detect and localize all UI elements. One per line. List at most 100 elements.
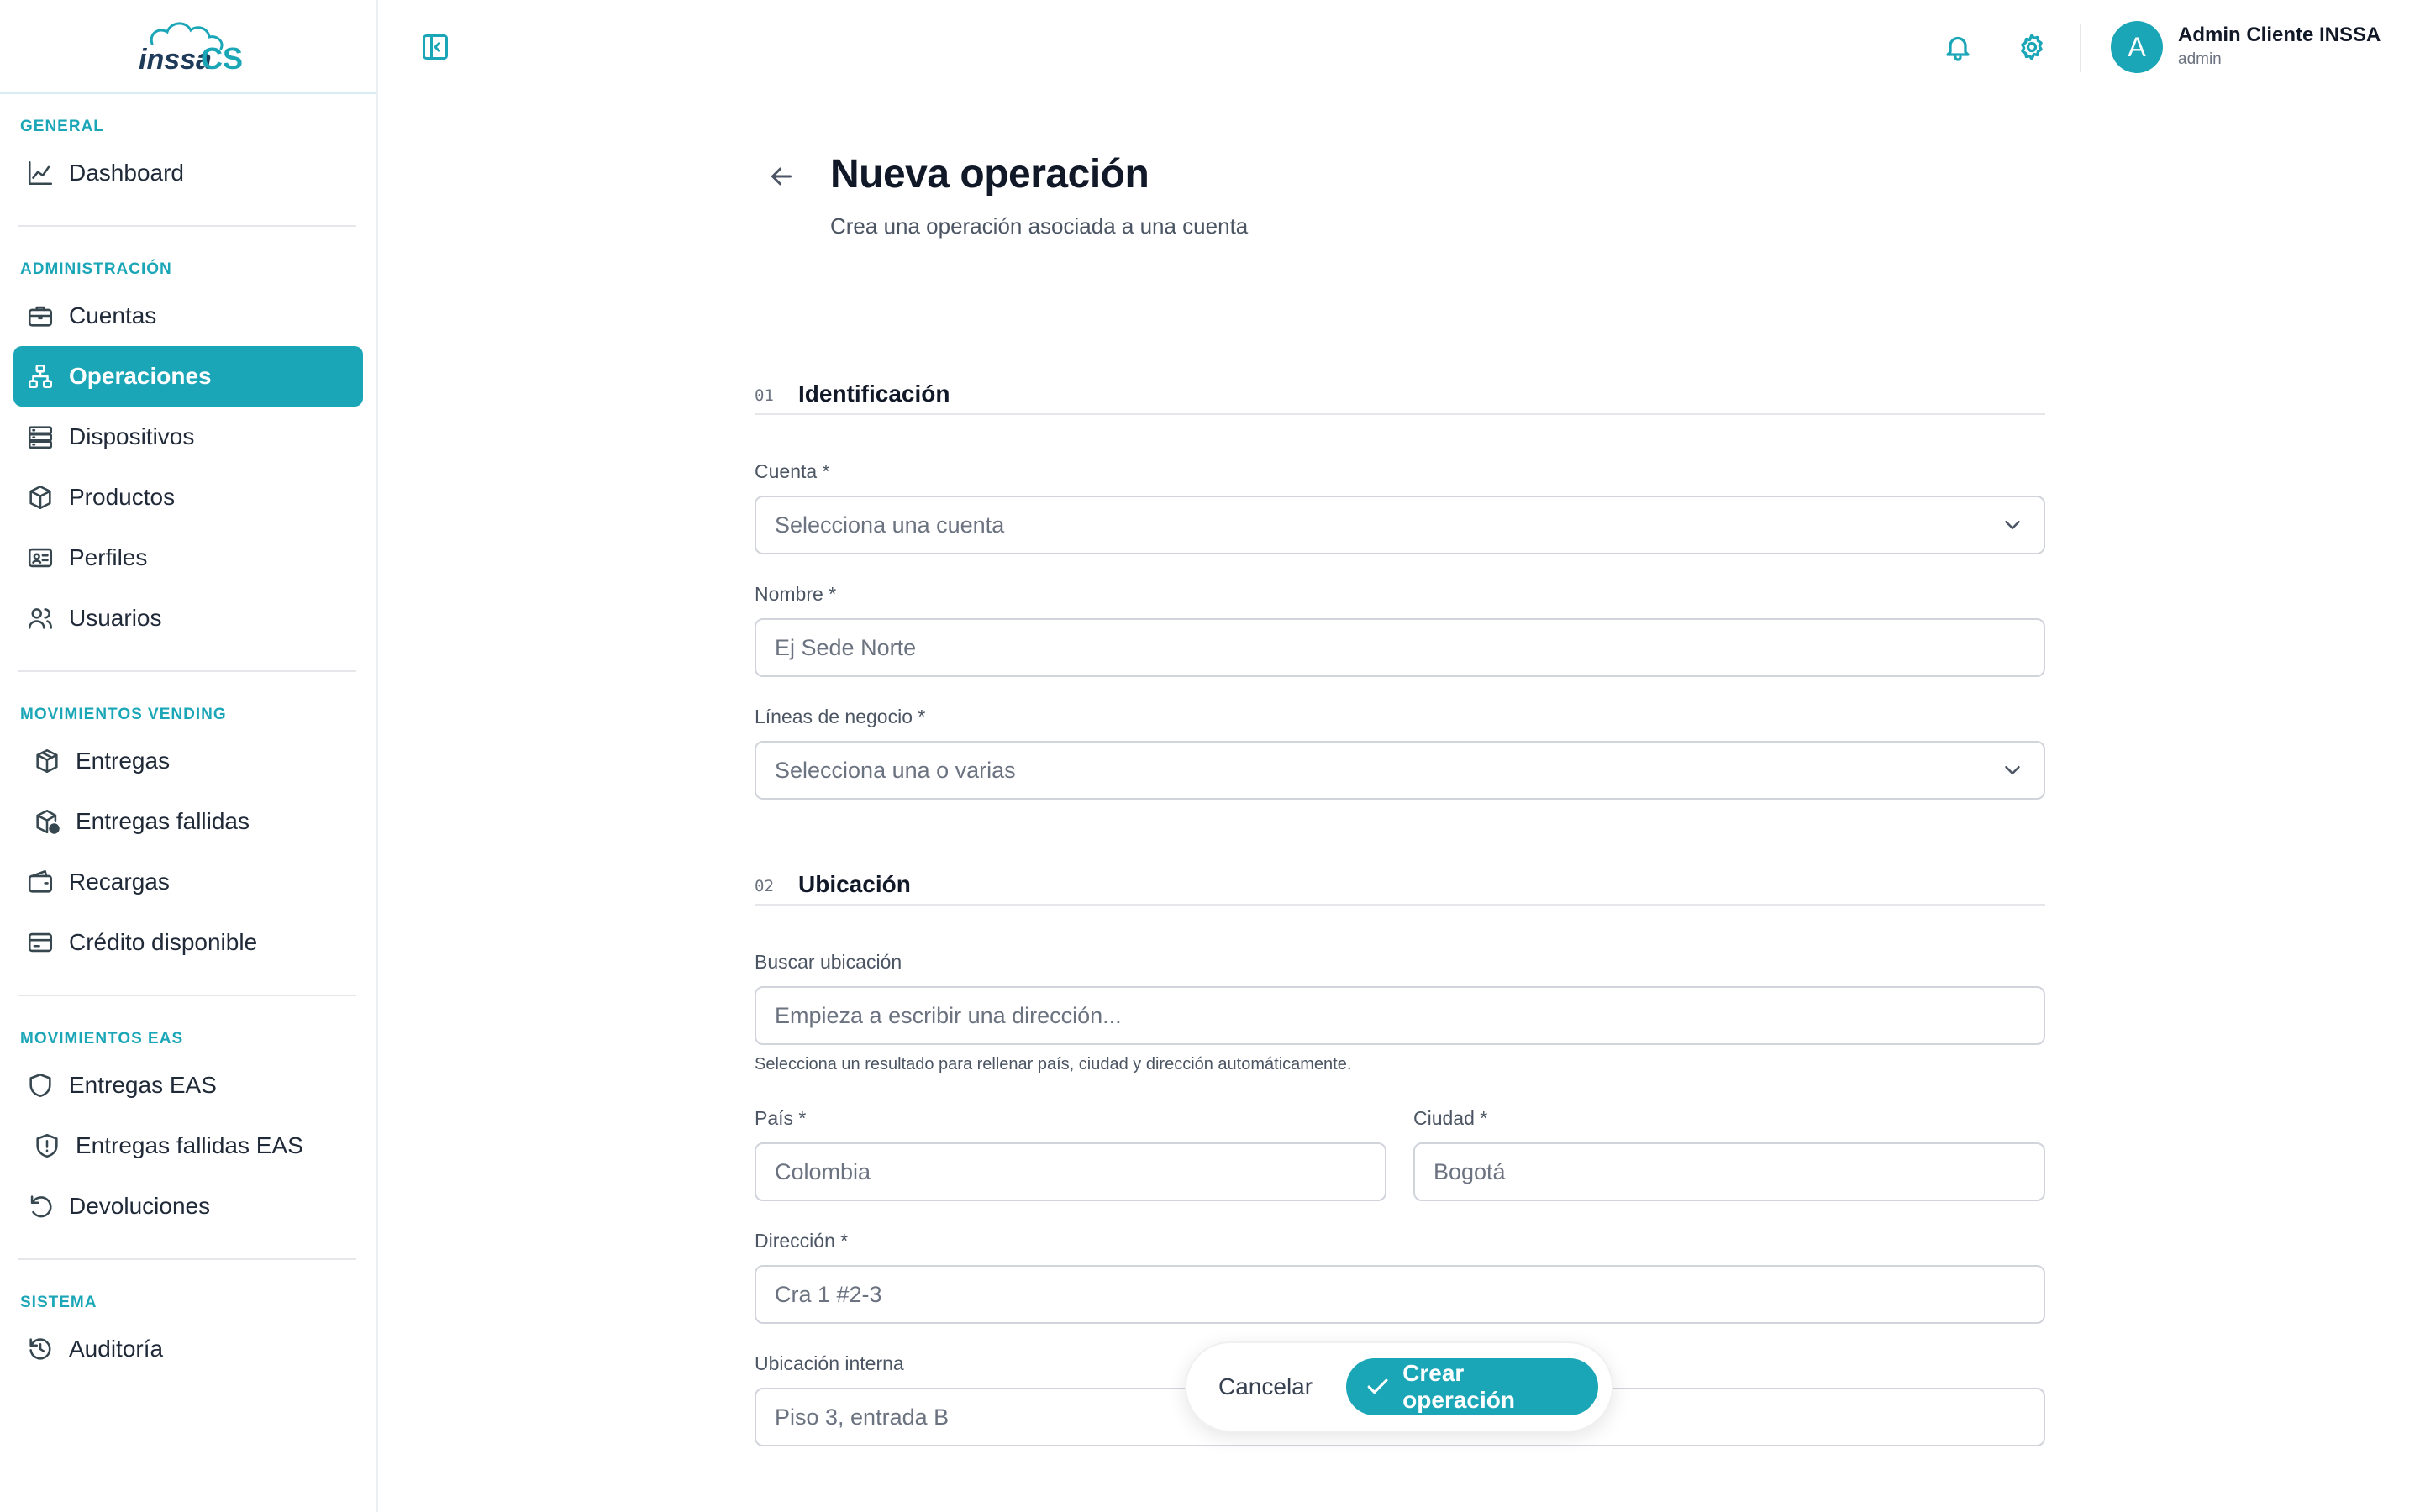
- lineas-negocio-select[interactable]: Selecciona una o varias: [755, 741, 2045, 800]
- avatar[interactable]: A: [2111, 21, 2163, 73]
- chevron-down-icon: [2000, 758, 2025, 783]
- bell-icon: [1946, 36, 1970, 61]
- direccion-placeholder: Cra 1 #2-3: [775, 1281, 882, 1307]
- sidebar-item-usuarios[interactable]: Usuarios: [13, 588, 363, 648]
- sidebar-item-recargas[interactable]: Recargas: [13, 852, 363, 912]
- panel-left-icon: [423, 34, 448, 60]
- section-number: 02: [755, 877, 774, 895]
- shield-alert-icon: [32, 1131, 62, 1161]
- package-alert-icon: [32, 806, 62, 837]
- ubicacion-interna-label: Ubicación interna: [755, 1352, 904, 1374]
- cloud-logo-icon: inssa CS: [139, 22, 243, 76]
- shield-icon: [25, 1070, 55, 1100]
- gear-icon: [2021, 34, 2043, 60]
- sidebar-item-entregas-fallidas[interactable]: Entregas fallidas: [13, 791, 363, 852]
- sidebar-item-label: Entregas fallidas EAS: [76, 1132, 303, 1158]
- sidebar: inssa CS GENERAL Dashboard ADMINISTRACIÓ…: [0, 0, 378, 1512]
- create-operation-label: Crear operación: [1402, 1360, 1515, 1413]
- sidebar-item-label: Devoluciones: [69, 1193, 211, 1219]
- form-action-bar: Cancelar Crear operación: [1185, 1341, 1613, 1432]
- lineas-negocio-placeholder: Selecciona una o varias: [775, 757, 1016, 783]
- server-icon: [25, 422, 55, 452]
- briefcase-icon: [25, 301, 55, 331]
- chart-line-icon: [25, 158, 55, 188]
- chevron-down-icon: [2000, 512, 2025, 538]
- sidebar-item-label: Entregas EAS: [69, 1072, 217, 1098]
- ciudad-placeholder: Bogotá: [1434, 1158, 1506, 1184]
- notifications-button[interactable]: [1941, 30, 1975, 64]
- page-title: Nueva operación: [830, 152, 1150, 197]
- sidebar-item-label: Entregas fallidas: [76, 808, 250, 834]
- cuenta-label: Cuenta *: [755, 460, 830, 482]
- sidebar-item-label: Productos: [69, 484, 176, 510]
- sidebar-toggle-button[interactable]: [418, 30, 452, 64]
- sidebar-item-operaciones[interactable]: Operaciones: [13, 346, 363, 407]
- section-label-sistema: SISTEMA: [20, 1294, 97, 1311]
- topbar: A Admin Cliente INSSA admin: [378, 0, 2420, 94]
- direccion-input[interactable]: Cra 1 #2-3: [755, 1265, 2045, 1324]
- section-label-general: GENERAL: [20, 118, 104, 135]
- sidebar-item-auditoria[interactable]: Auditoría: [13, 1319, 363, 1379]
- sidebar-item-perfiles[interactable]: Perfiles: [13, 528, 363, 588]
- sidebar-item-label: Entregas: [76, 748, 171, 774]
- sidebar-item-label: Perfiles: [69, 544, 148, 570]
- svg-text:CS: CS: [201, 41, 243, 76]
- arrow-left-icon: [771, 167, 792, 186]
- create-operation-button[interactable]: Crear operación: [1346, 1358, 1598, 1415]
- ciudad-input[interactable]: Bogotá: [1413, 1142, 2045, 1201]
- sidebar-item-label: Dashboard: [69, 160, 184, 186]
- pais-placeholder: Colombia: [775, 1158, 871, 1184]
- box-icon: [25, 482, 55, 512]
- rotate-ccw-icon: [25, 1191, 55, 1221]
- sidebar-item-dispositivos[interactable]: Dispositivos: [13, 407, 363, 467]
- check-icon: [1367, 1378, 1388, 1394]
- buscar-ubicacion-label: Buscar ubicación: [755, 951, 902, 973]
- nombre-input[interactable]: Ej Sede Norte: [755, 618, 2045, 677]
- history-icon: [25, 1334, 55, 1364]
- pais-input[interactable]: Colombia: [755, 1142, 1386, 1201]
- sidebar-item-dashboard[interactable]: Dashboard: [13, 143, 363, 203]
- section-label-administracion: ADMINISTRACIÓN: [20, 260, 172, 278]
- user-name[interactable]: Admin Cliente INSSA: [2178, 24, 2381, 47]
- sidebar-item-entregas-eas[interactable]: Entregas EAS: [13, 1055, 363, 1116]
- credit-card-icon: [25, 927, 55, 958]
- buscar-ubicacion-help: Selecciona un resultado para rellenar pa…: [755, 1055, 1352, 1074]
- cuenta-select[interactable]: Selecciona una cuenta: [755, 496, 2045, 554]
- section-header-ubicacion: 02 Ubicación: [755, 865, 2045, 906]
- brand-logo[interactable]: inssa CS: [0, 0, 376, 94]
- sidebar-item-label: Operaciones: [69, 363, 212, 389]
- sidebar-item-label: Cuentas: [69, 302, 157, 328]
- section-title: Ubicación: [798, 871, 911, 897]
- id-card-icon: [25, 543, 55, 573]
- buscar-ubicacion-input[interactable]: Empieza a escribir una dirección...: [755, 986, 2045, 1045]
- sidebar-item-credito-disponible[interactable]: Crédito disponible: [13, 912, 363, 973]
- settings-button[interactable]: [2015, 30, 2049, 64]
- wallet-icon: [25, 867, 55, 897]
- pais-label: País *: [755, 1107, 807, 1129]
- sidebar-item-label: Dispositivos: [69, 423, 195, 449]
- back-button[interactable]: [763, 158, 800, 195]
- sidebar-item-cuentas[interactable]: Cuentas: [13, 286, 363, 346]
- cancel-button[interactable]: Cancelar: [1218, 1373, 1313, 1400]
- network-icon: [25, 361, 55, 391]
- lineas-negocio-label: Líneas de negocio *: [755, 706, 926, 727]
- ciudad-label: Ciudad *: [1413, 1107, 1488, 1129]
- page-subtitle: Crea una operación asociada a una cuenta: [830, 213, 1249, 239]
- ubicacion-interna-placeholder: Piso 3, entrada B: [775, 1404, 950, 1430]
- section-header-identificacion: 01 Identificación: [755, 375, 2045, 415]
- section-title: Identificación: [798, 381, 950, 407]
- direccion-label: Dirección *: [755, 1230, 849, 1252]
- sidebar-item-entregas-fallidas-eas[interactable]: Entregas fallidas EAS: [13, 1116, 363, 1176]
- user-role: admin: [2178, 50, 2222, 68]
- sidebar-item-label: Auditoría: [69, 1336, 164, 1362]
- nombre-label: Nombre *: [755, 583, 837, 605]
- section-number: 01: [755, 386, 774, 405]
- sidebar-item-devoluciones[interactable]: Devoluciones: [13, 1176, 363, 1236]
- section-label-movimientos-eas: MOVIMIENTOS EAS: [20, 1030, 184, 1047]
- cuenta-placeholder: Selecciona una cuenta: [775, 512, 1005, 538]
- nombre-placeholder: Ej Sede Norte: [775, 634, 917, 660]
- section-label-movimientos-vending: MOVIMIENTOS VENDING: [20, 706, 227, 723]
- users-icon: [25, 603, 55, 633]
- sidebar-item-entregas[interactable]: Entregas: [13, 731, 363, 791]
- sidebar-item-productos[interactable]: Productos: [13, 467, 363, 528]
